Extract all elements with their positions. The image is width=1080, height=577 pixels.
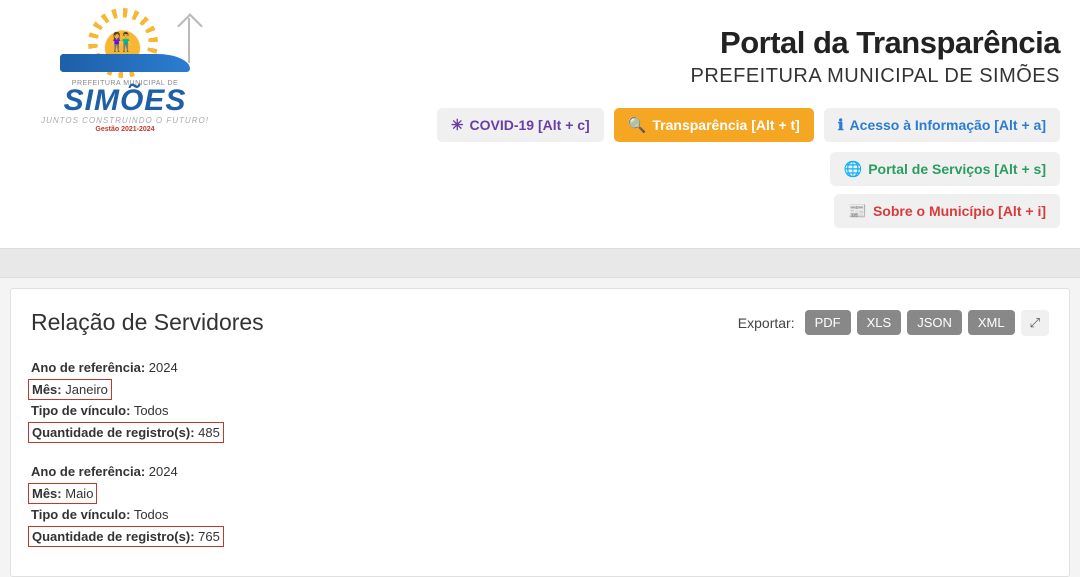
row-ano-1: Ano de referência: 2024 — [31, 358, 1049, 378]
highlight-qtd-2: Quantidade de registro(s): 765 — [28, 526, 224, 548]
label-mes-1: Mês: — [32, 382, 62, 397]
export-json-button[interactable]: JSON — [907, 310, 962, 335]
logo-main-text: SIMÕES — [64, 87, 187, 116]
nav-transparencia-button[interactable]: 🔍 Transparência [Alt + t] — [614, 108, 814, 142]
virus-icon: ✳ — [451, 116, 464, 134]
nav-portal-servicos-button[interactable]: 🌐 Portal de Serviços [Alt + s] — [830, 152, 1060, 186]
label-tipo-2: Tipo de vínculo: — [31, 507, 130, 522]
nav-portal-servicos-label: Portal de Serviços [Alt + s] — [868, 161, 1046, 177]
export-label: Exportar: — [738, 315, 795, 331]
nav-sobre-button[interactable]: 📰 Sobre o Município [Alt + i] — [834, 194, 1060, 228]
globe-icon: 🌐 — [844, 160, 863, 178]
header-right: Portal da Transparência PREFEITURA MUNIC… — [220, 10, 1060, 228]
row-tipo-2: Tipo de vínculo: Todos — [31, 505, 1049, 525]
nav-covid-label: COVID-19 [Alt + c] — [470, 117, 590, 133]
panel-title: Relação de Servidores — [31, 309, 264, 336]
value-ano-2: 2024 — [149, 464, 178, 479]
label-ano-1: Ano de referência: — [31, 360, 145, 375]
spacer-bar — [0, 248, 1080, 278]
value-mes-1: Janeiro — [65, 382, 108, 397]
row-tipo-1: Tipo de vínculo: Todos — [31, 401, 1049, 421]
label-qtd-2: Quantidade de registro(s): — [32, 529, 195, 544]
logo-sub-text: JUNTOS CONSTRUINDO O FUTURO! — [41, 116, 209, 125]
panel-header: Relação de Servidores Exportar: PDF XLS … — [31, 309, 1049, 336]
main-nav: ✳ COVID-19 [Alt + c] 🔍 Transparência [Al… — [220, 108, 1060, 186]
row-ano-2: Ano de referência: 2024 — [31, 462, 1049, 482]
portal-title: Portal da Transparência — [220, 25, 1060, 61]
label-tipo-1: Tipo de vínculo: — [31, 403, 130, 418]
logo-graphic: 👫 — [60, 10, 190, 80]
nav-acesso-label: Acesso à Informação [Alt + a] — [850, 117, 1046, 133]
logo[interactable]: 👫 PREFEITURA MUNICIPAL DE SIMÕES JUNTOS … — [30, 10, 220, 133]
row-qtd-2: Quantidade de registro(s): 765 — [31, 527, 1049, 547]
logo-gestao-text: Gestão 2021-2024 — [95, 126, 154, 133]
value-tipo-2: Todos — [134, 507, 169, 522]
export-pdf-button[interactable]: PDF — [805, 310, 851, 335]
windmill-icon — [188, 18, 190, 63]
label-mes-2: Mês: — [32, 486, 62, 501]
value-qtd-2: 765 — [198, 529, 220, 544]
row-qtd-1: Quantidade de registro(s): 485 — [31, 423, 1049, 443]
nav-sobre-label: Sobre o Município [Alt + i] — [873, 203, 1046, 219]
value-ano-1: 2024 — [149, 360, 178, 375]
value-qtd-1: 485 — [198, 425, 220, 440]
label-qtd-1: Quantidade de registro(s): — [32, 425, 195, 440]
nav-acesso-button[interactable]: ℹ Acesso à Informação [Alt + a] — [824, 108, 1060, 142]
info-block-2: Ano de referência: 2024 Mês: Maio Tipo d… — [31, 462, 1049, 546]
info-block-1: Ano de referência: 2024 Mês: Janeiro Tip… — [31, 358, 1049, 442]
newspaper-icon: 📰 — [848, 202, 867, 220]
nav-transparencia-label: Transparência [Alt + t] — [652, 117, 799, 133]
highlight-mes-1: Mês: Janeiro — [28, 379, 112, 401]
highlight-qtd-1: Quantidade de registro(s): 485 — [28, 422, 224, 444]
main-panel: Relação de Servidores Exportar: PDF XLS … — [10, 288, 1070, 577]
nav-covid-button[interactable]: ✳ COVID-19 [Alt + c] — [437, 108, 604, 142]
search-icon: 🔍 — [628, 116, 647, 134]
export-xml-button[interactable]: XML — [968, 310, 1015, 335]
header-section: 👫 PREFEITURA MUNICIPAL DE SIMÕES JUNTOS … — [0, 0, 1080, 248]
export-xls-button[interactable]: XLS — [857, 310, 902, 335]
highlight-mes-2: Mês: Maio — [28, 483, 97, 505]
label-ano-2: Ano de referência: — [31, 464, 145, 479]
wave-shape — [60, 54, 190, 72]
portal-subtitle: PREFEITURA MUNICIPAL DE SIMÕES — [220, 65, 1060, 88]
row-mes-1: Mês: Janeiro — [31, 380, 1049, 400]
row-mes-2: Mês: Maio — [31, 484, 1049, 504]
info-icon: ℹ — [838, 116, 844, 134]
main-nav-row-2: 📰 Sobre o Município [Alt + i] — [220, 194, 1060, 228]
value-mes-2: Maio — [65, 486, 93, 501]
expand-button[interactable]: ⤢ — [1021, 310, 1049, 336]
export-area: Exportar: PDF XLS JSON XML ⤢ — [738, 310, 1049, 336]
people-icon: 👫 — [110, 32, 132, 53]
value-tipo-1: Todos — [134, 403, 169, 418]
